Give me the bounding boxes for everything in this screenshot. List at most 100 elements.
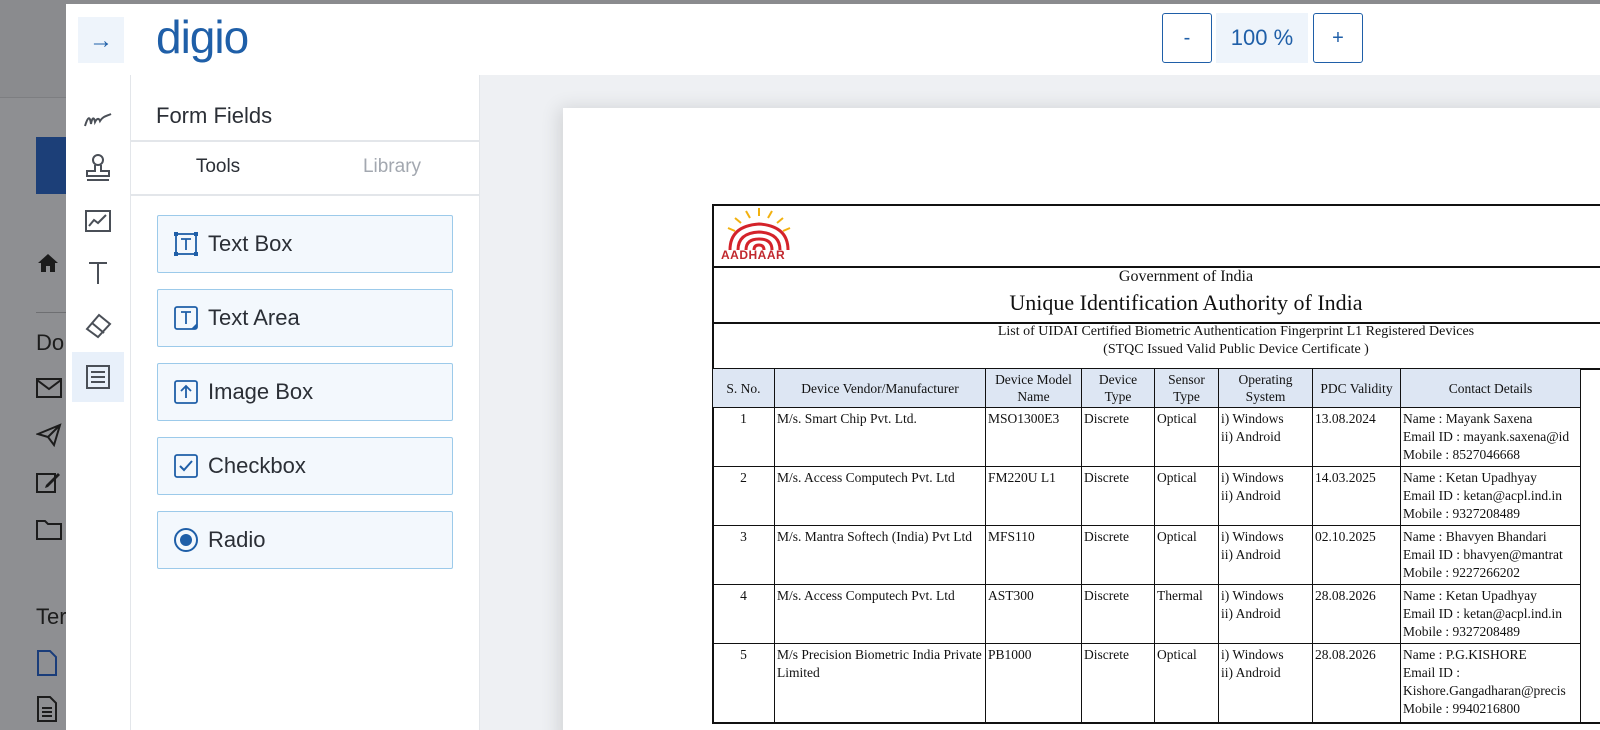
text-icon <box>89 262 107 284</box>
column-header: Device Model Name <box>985 368 1082 408</box>
eraser-icon <box>85 313 112 339</box>
contact-line: Mobile : 9227266202 <box>1403 565 1520 580</box>
image-upload-icon <box>172 378 200 406</box>
column-header: Contact Details <box>1400 368 1581 408</box>
tab-library[interactable]: Library <box>305 142 479 192</box>
cell-sensor: Optical <box>1154 407 1219 467</box>
form-fields-icon <box>86 365 110 389</box>
logo-row: AADHAAR <box>712 204 1600 268</box>
document-page: AADHAAR Government of India Unique Ident… <box>563 108 1600 730</box>
column-header: PDC Validity <box>1312 368 1401 408</box>
form-fields-tool[interactable] <box>72 352 124 402</box>
chart-image-icon <box>85 210 111 232</box>
cell-os: i) Windows ii) Android <box>1218 407 1313 467</box>
arrow-right-icon: → <box>89 27 113 54</box>
cell-vendor: M/s. Mantra Softech (India) Pvt Ltd <box>774 525 986 585</box>
text-area-field[interactable]: Text Area <box>157 289 453 347</box>
document-viewer[interactable]: AADHAAR Government of India Unique Ident… <box>480 75 1600 730</box>
aadhaar-logo-text: AADHAAR <box>721 248 786 262</box>
stamp-tool[interactable] <box>72 143 124 193</box>
zoom-in-button[interactable]: + <box>1313 13 1363 63</box>
document-government: Government of India <box>1118 268 1254 285</box>
cell-sensor: Thermal <box>1154 584 1219 644</box>
image-tool[interactable] <box>72 196 124 246</box>
folder-icon <box>36 518 66 542</box>
cell-os: i) Windows ii) Android <box>1218 643 1313 724</box>
cell-sensor: Optical <box>1154 643 1219 724</box>
cell-sno: 3 <box>712 525 775 585</box>
cell-os: i) Windows ii) Android <box>1218 466 1313 526</box>
cell-sno: 5 <box>712 643 775 724</box>
field-label: Text Area <box>208 305 300 330</box>
signature-tool[interactable] <box>72 93 124 143</box>
cell-model: MFS110 <box>985 525 1082 585</box>
cell-pdc: 28.08.2026 <box>1312 584 1401 644</box>
radio-field[interactable]: Radio <box>157 511 453 569</box>
tool-rail <box>66 75 131 730</box>
cell-type: Discrete <box>1081 466 1155 526</box>
text-box-icon <box>172 230 200 258</box>
column-header: S. No. <box>712 368 775 408</box>
digio-logo: digio <box>156 11 249 63</box>
os-line: ii) Android <box>1221 429 1281 444</box>
column-header: Device Type <box>1081 368 1155 408</box>
text-area-icon <box>172 304 200 332</box>
contact-line: Email ID : <box>1403 665 1460 680</box>
cell-sno: 2 <box>712 466 775 526</box>
os-line: ii) Android <box>1221 606 1281 621</box>
os-line: i) Windows <box>1221 529 1284 544</box>
edit-icon <box>36 470 66 494</box>
cell-model: AST300 <box>985 584 1082 644</box>
table-row: 2 M/s. Access Computech Pvt. Ltd FM220U … <box>712 466 1581 526</box>
zoom-out-button[interactable]: - <box>1162 13 1212 63</box>
background-primary-button <box>36 137 66 194</box>
os-line: ii) Android <box>1221 547 1281 562</box>
os-line: ii) Android <box>1221 488 1281 503</box>
document-icon <box>36 650 66 676</box>
column-header: Sensor Type <box>1154 368 1219 408</box>
cell-contact: Name : Ketan Upadhyay Email ID : ketan@ac… <box>1400 584 1581 644</box>
checkbox-icon <box>172 452 200 480</box>
field-label: Checkbox <box>208 453 306 478</box>
contact-line: Name : Ketan Upadhyay <box>1403 588 1537 603</box>
contact-line: Mobile : 9327208489 <box>1403 506 1520 521</box>
cell-pdc: 02.10.2025 <box>1312 525 1401 585</box>
contact-line: Name : Bhavyen Bhandari <box>1403 529 1547 544</box>
table-row: 5 M/s Precision Biometric India Private … <box>712 643 1581 724</box>
panel-title: Form Fields <box>156 103 273 128</box>
cell-pdc: 13.08.2024 <box>1312 407 1401 467</box>
os-line: i) Windows <box>1221 470 1284 485</box>
cell-os: i) Windows ii) Android <box>1218 525 1313 585</box>
eraser-tool[interactable] <box>72 300 124 350</box>
column-header: Device Vendor/Manufacturer <box>774 368 986 408</box>
devices-table: S. No. Device Vendor/Manufacturer Device… <box>712 368 1581 724</box>
text-tool[interactable] <box>72 248 124 298</box>
contact-line: Name : Ketan Upadhyay <box>1403 470 1537 485</box>
cell-vendor: M/s Precision Biometric India Private Li… <box>774 643 986 724</box>
contact-line: Name : P.G.KISHORE <box>1403 647 1527 662</box>
os-line: i) Windows <box>1221 647 1284 662</box>
send-icon <box>35 423 66 448</box>
list-subtitle: (STQC Issued Valid Public Device Certifi… <box>1103 342 1369 357</box>
field-label: Image Box <box>208 379 314 404</box>
table-row: 3 M/s. Mantra Softech (India) Pvt Ltd MF… <box>712 525 1581 585</box>
signature-icon <box>84 113 112 127</box>
os-line: i) Windows <box>1221 411 1284 426</box>
checkbox-field[interactable]: Checkbox <box>157 437 453 495</box>
editor-header: → digio - 100 % + <box>66 4 1600 76</box>
home-icon <box>36 252 66 276</box>
cell-contact: Name : Mayank Saxena Email ID : mayank.sa… <box>1400 407 1581 467</box>
cell-type: Discrete <box>1081 643 1155 724</box>
field-label: Radio <box>208 527 266 552</box>
list-title: List of UIDAI Certified Biometric Authen… <box>997 324 1475 339</box>
collapse-button[interactable]: → <box>78 17 124 63</box>
cell-pdc: 28.08.2026 <box>1312 643 1401 724</box>
os-line: ii) Android <box>1221 665 1281 680</box>
contact-line: Email ID : ketan@acpl.ind.in <box>1403 488 1563 503</box>
table-row: 1 M/s. Smart Chip Pvt. Ltd. MSO1300E3 Di… <box>712 407 1581 467</box>
image-box-field[interactable]: Image Box <box>157 363 453 421</box>
text-box-field[interactable]: Text Box <box>157 215 453 273</box>
column-header: Operating System <box>1218 368 1313 408</box>
tab-tools[interactable]: Tools <box>131 142 305 192</box>
cell-pdc: 14.03.2025 <box>1312 466 1401 526</box>
